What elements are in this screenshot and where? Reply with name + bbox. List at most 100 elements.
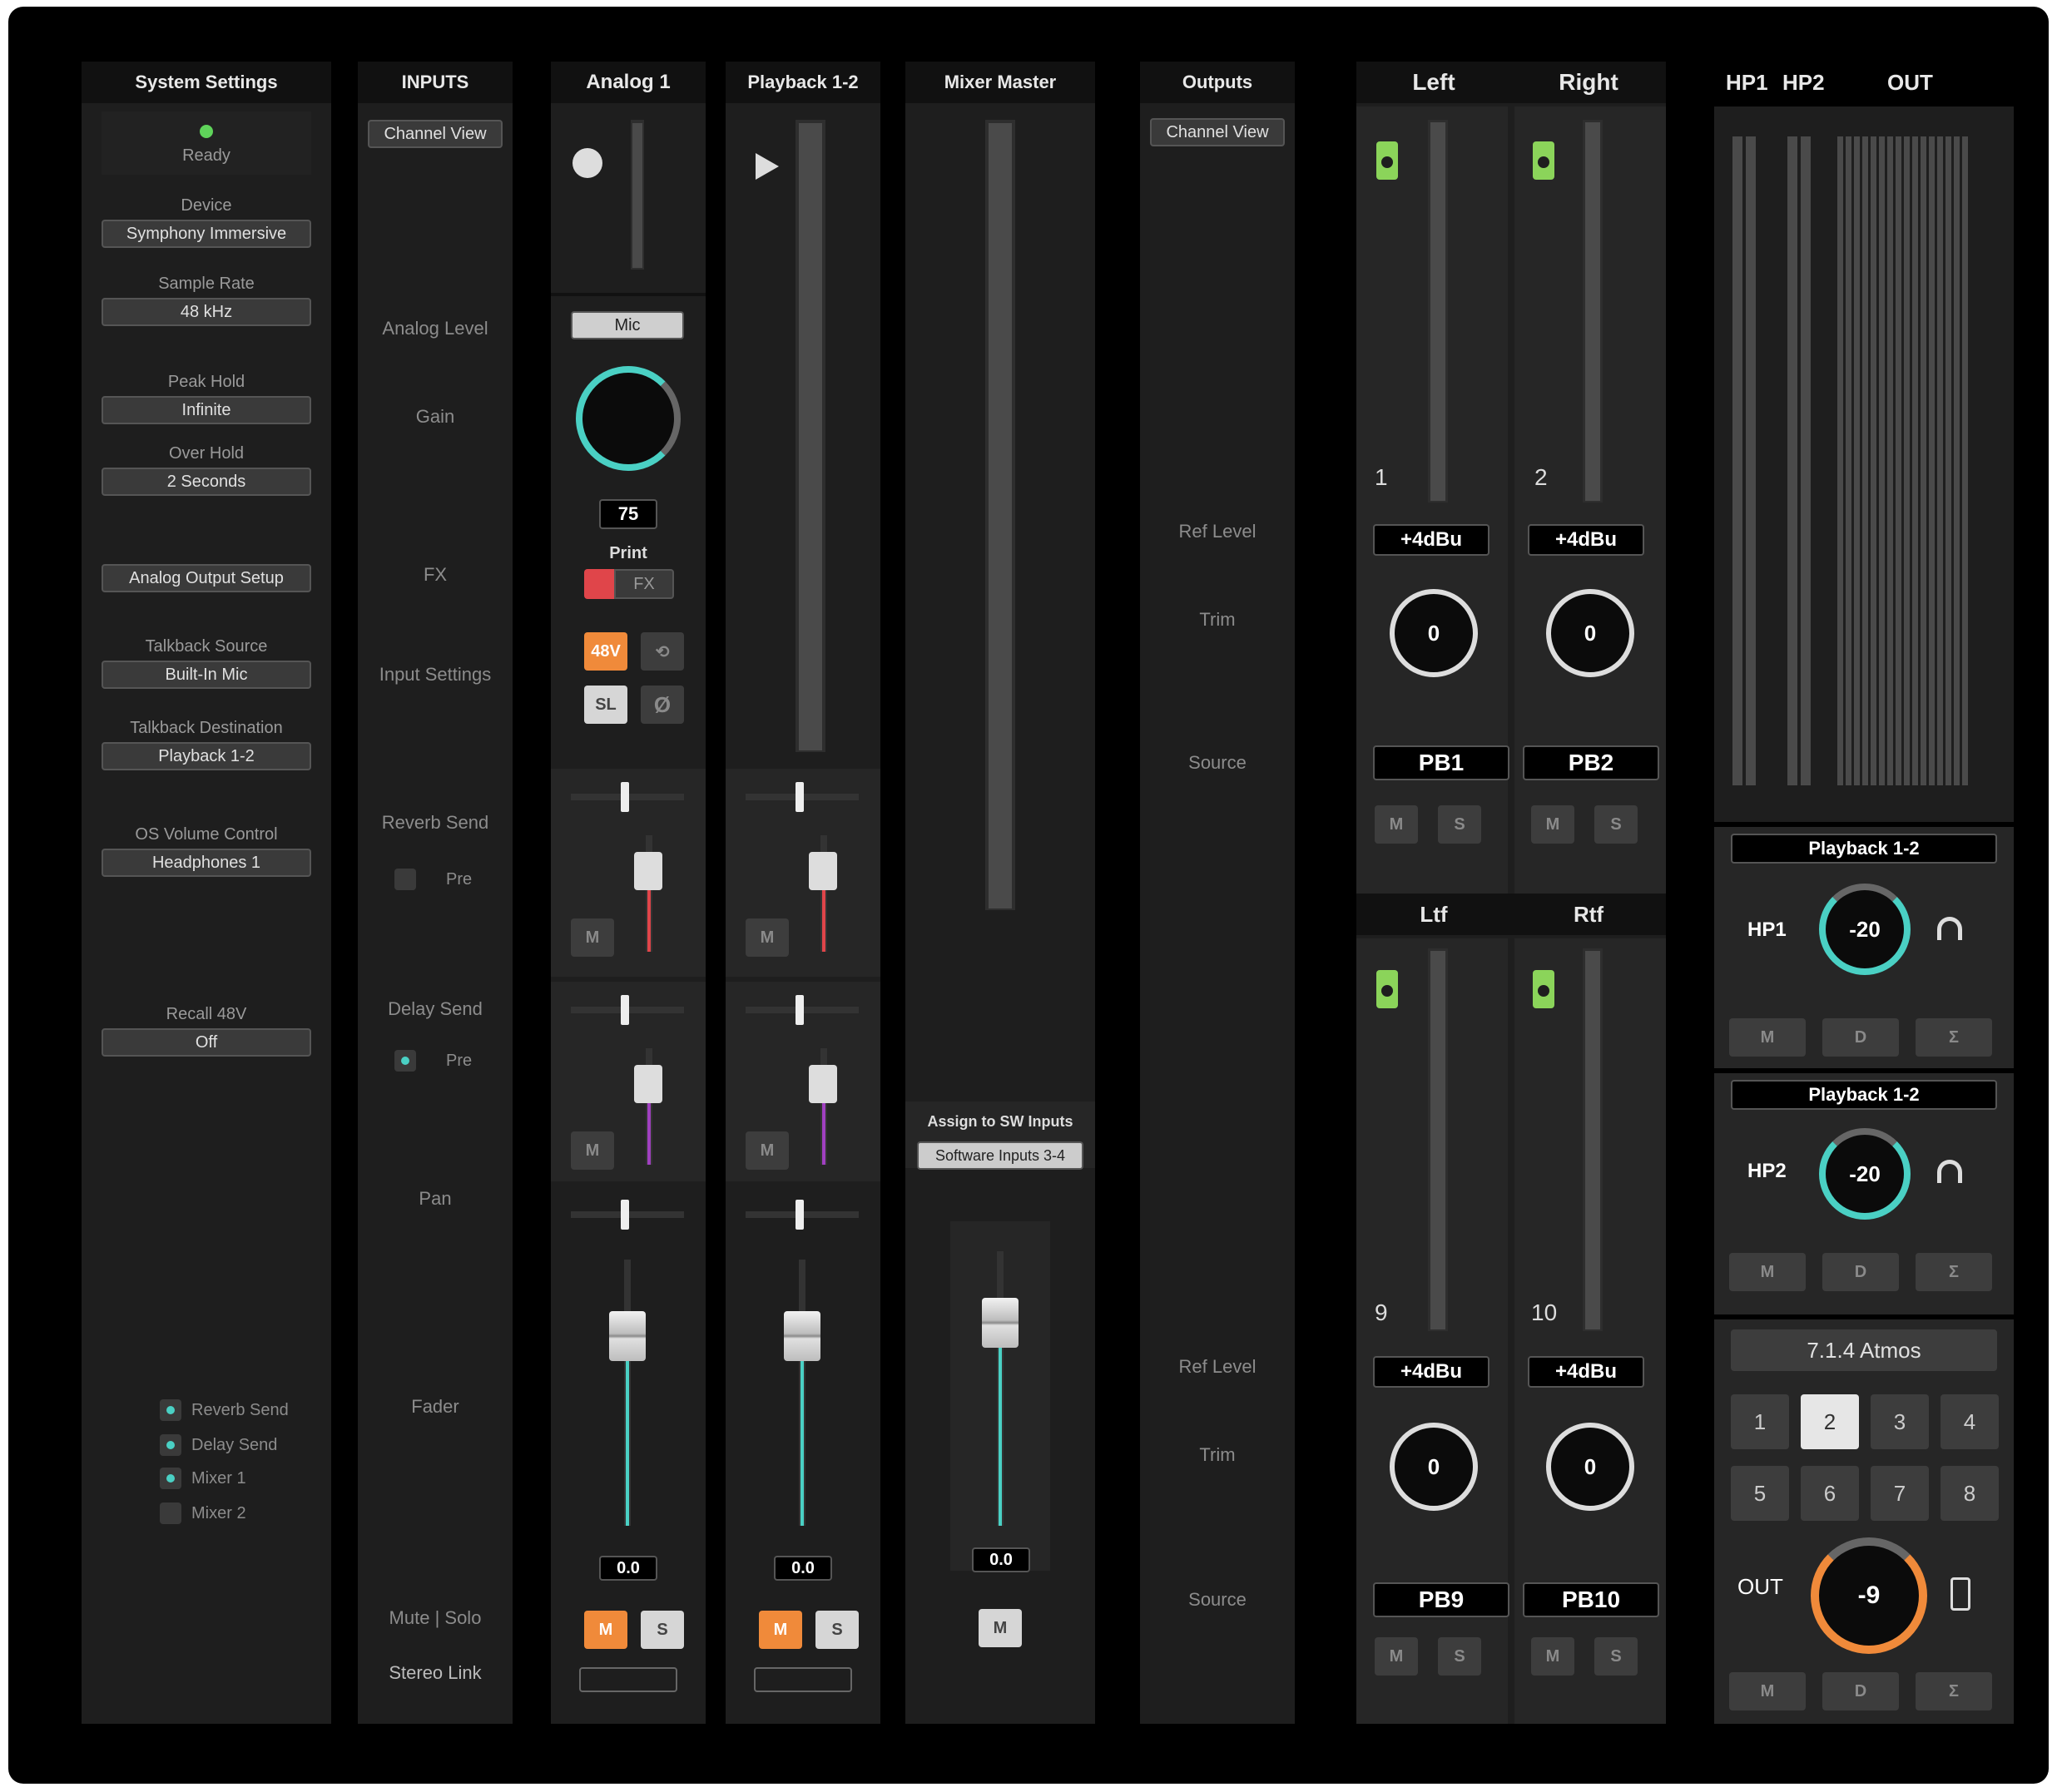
right-source-select[interactable]: PB2 <box>1523 745 1659 780</box>
speaker-set-6[interactable]: 6 <box>1801 1466 1859 1521</box>
analog1-fx-button[interactable]: FX <box>614 569 674 599</box>
playback12-reverb-fader-cap[interactable] <box>809 852 837 890</box>
hp2-volume-knob[interactable]: -20 <box>1819 1128 1911 1220</box>
rtf-ref-level[interactable]: +4dBu <box>1528 1356 1644 1388</box>
analog1-reverb-fader-cap[interactable] <box>634 852 662 890</box>
speaker-set-3[interactable]: 3 <box>1871 1394 1929 1449</box>
mixer-master-mute-button[interactable]: M <box>979 1609 1022 1647</box>
playback12-delay-pan-handle[interactable] <box>796 995 804 1025</box>
left-mute-button[interactable]: M <box>1375 805 1418 844</box>
hp2-dim-button[interactable]: D <box>1822 1253 1899 1291</box>
rtf-solo-button[interactable]: S <box>1594 1637 1638 1676</box>
playback12-solo-button[interactable]: S <box>815 1611 859 1649</box>
playback12-stereo-link-button[interactable] <box>754 1667 852 1692</box>
hp1-sum-button[interactable]: Σ <box>1916 1018 1992 1057</box>
right-speaker-icon[interactable] <box>1533 141 1554 180</box>
analog1-header: Analog 1 <box>551 62 706 103</box>
speaker-set-4[interactable]: 4 <box>1941 1394 1999 1449</box>
hp2-sum-button[interactable]: Σ <box>1916 1253 1992 1291</box>
talkback-source-select[interactable]: Built-In Mic <box>102 661 311 689</box>
analog1-delay-pan-handle[interactable] <box>621 995 629 1025</box>
outputs-channel-view-button[interactable]: Channel View <box>1150 118 1285 146</box>
rtf-trim-knob[interactable]: 0 <box>1546 1423 1634 1511</box>
speaker-set-7[interactable]: 7 <box>1871 1466 1929 1521</box>
analog1-sl-button[interactable]: SL <box>584 686 627 724</box>
reverb-pre-checkbox[interactable] <box>394 869 416 890</box>
speaker-set-2[interactable]: 2 <box>1801 1394 1859 1449</box>
left-solo-button[interactable]: S <box>1438 805 1481 844</box>
inputs-channel-view-button[interactable]: Channel View <box>368 120 503 148</box>
analog1-phase-button[interactable]: Ø <box>641 686 684 724</box>
playback12-mute-button[interactable]: M <box>759 1611 802 1649</box>
hp1-source-select[interactable]: Playback 1-2 <box>1731 834 1997 864</box>
playback12-main-fader-cap[interactable] <box>784 1311 820 1361</box>
analog1-reverb-mute-button[interactable]: M <box>571 918 614 957</box>
out-dim-button[interactable]: D <box>1822 1672 1899 1710</box>
analog1-reset-button[interactable]: ⟲ <box>641 632 684 671</box>
playback12-reverb-pan-handle[interactable] <box>796 782 804 812</box>
hp2-source-select[interactable]: Playback 1-2 <box>1731 1080 1997 1110</box>
right-ref-level[interactable]: +4dBu <box>1528 524 1644 556</box>
analog1-mute-button[interactable]: M <box>584 1611 627 1649</box>
right-solo-button[interactable]: S <box>1594 805 1638 844</box>
rtf-mute-button[interactable]: M <box>1531 1637 1574 1676</box>
out-volume-knob[interactable]: -9 <box>1811 1537 1927 1654</box>
right-mute-button[interactable]: M <box>1531 805 1574 844</box>
out-sum-button[interactable]: Σ <box>1916 1672 1992 1710</box>
speaker-set-5[interactable]: 5 <box>1731 1466 1789 1521</box>
playback12-delay-fader-cap[interactable] <box>809 1065 837 1103</box>
talkback-destination-select[interactable]: Playback 1-2 <box>102 742 311 770</box>
sample-rate-select[interactable]: 48 kHz <box>102 298 311 326</box>
right-trim-knob[interactable]: 0 <box>1546 589 1634 677</box>
analog-output-setup-button[interactable]: Analog Output Setup <box>102 564 311 592</box>
mixer-master-fader-cap[interactable] <box>982 1298 1019 1348</box>
peak-hold-select[interactable]: Infinite <box>102 396 311 424</box>
rtf-source-select[interactable]: PB10 <box>1523 1582 1659 1617</box>
reverb-send-label: Reverb Send <box>381 812 489 833</box>
analog1-stereo-link-button[interactable] <box>579 1667 677 1692</box>
playback12-delay-mute-button[interactable]: M <box>746 1131 789 1170</box>
ltf-ref-level[interactable]: +4dBu <box>1373 1356 1489 1388</box>
analog1-48v-button[interactable]: 48V <box>584 632 627 671</box>
ltf-trim-knob[interactable]: 0 <box>1390 1423 1478 1511</box>
analog1-fx-power-button[interactable] <box>584 569 614 599</box>
out-mute-button[interactable]: M <box>1729 1672 1806 1710</box>
hp2-mute-button[interactable]: M <box>1729 1253 1806 1291</box>
ltf-mute-button[interactable]: M <box>1375 1637 1418 1676</box>
assign-sw-inputs-select[interactable]: Software Inputs 3-4 <box>917 1141 1083 1170</box>
recall-delay-send-checkbox[interactable] <box>160 1434 181 1456</box>
left-ref-level[interactable]: +4dBu <box>1373 524 1489 556</box>
playback12-pan-handle[interactable] <box>796 1200 804 1230</box>
recall-mixer1-checkbox[interactable] <box>160 1468 181 1489</box>
rtf-speaker-icon[interactable] <box>1533 970 1554 1008</box>
speaker-format-select[interactable]: 7.1.4 Atmos <box>1731 1329 1997 1371</box>
recall-48v-select[interactable]: Off <box>102 1028 311 1057</box>
recall-mixer2-checkbox[interactable] <box>160 1502 181 1524</box>
hp1-dim-button[interactable]: D <box>1822 1018 1899 1057</box>
os-volume-select[interactable]: Headphones 1 <box>102 849 311 877</box>
analog1-gain-knob[interactable] <box>576 366 681 471</box>
ltf-solo-button[interactable]: S <box>1438 1637 1481 1676</box>
over-hold-select[interactable]: 2 Seconds <box>102 468 311 496</box>
outputs-label-panel: Outputs Channel View Ref Level Trim Sour… <box>1140 62 1295 1724</box>
analog1-delay-mute-button[interactable]: M <box>571 1131 614 1170</box>
playback12-reverb-mute-button[interactable]: M <box>746 918 789 957</box>
ltf-source-select[interactable]: PB9 <box>1373 1582 1509 1617</box>
speaker-set-1[interactable]: 1 <box>1731 1394 1789 1449</box>
analog1-pan-handle[interactable] <box>621 1200 629 1230</box>
hp1-volume-knob[interactable]: -20 <box>1819 884 1911 975</box>
device-select[interactable]: Symphony Immersive <box>102 220 311 248</box>
hp1-mute-button[interactable]: M <box>1729 1018 1806 1057</box>
analog1-mic-button[interactable]: Mic <box>571 311 684 339</box>
analog1-delay-fader-cap[interactable] <box>634 1065 662 1103</box>
analog1-reverb-pan-handle[interactable] <box>621 782 629 812</box>
analog1-solo-button[interactable]: S <box>641 1611 684 1649</box>
ltf-speaker-icon[interactable] <box>1376 970 1398 1008</box>
left-source-select[interactable]: PB1 <box>1373 745 1509 780</box>
delay-pre-checkbox[interactable] <box>394 1050 416 1072</box>
analog1-main-fader-cap[interactable] <box>609 1311 646 1361</box>
left-trim-knob[interactable]: 0 <box>1390 589 1478 677</box>
recall-reverb-send-checkbox[interactable] <box>160 1399 181 1421</box>
speaker-set-8[interactable]: 8 <box>1941 1466 1999 1521</box>
left-speaker-icon[interactable] <box>1376 141 1398 180</box>
